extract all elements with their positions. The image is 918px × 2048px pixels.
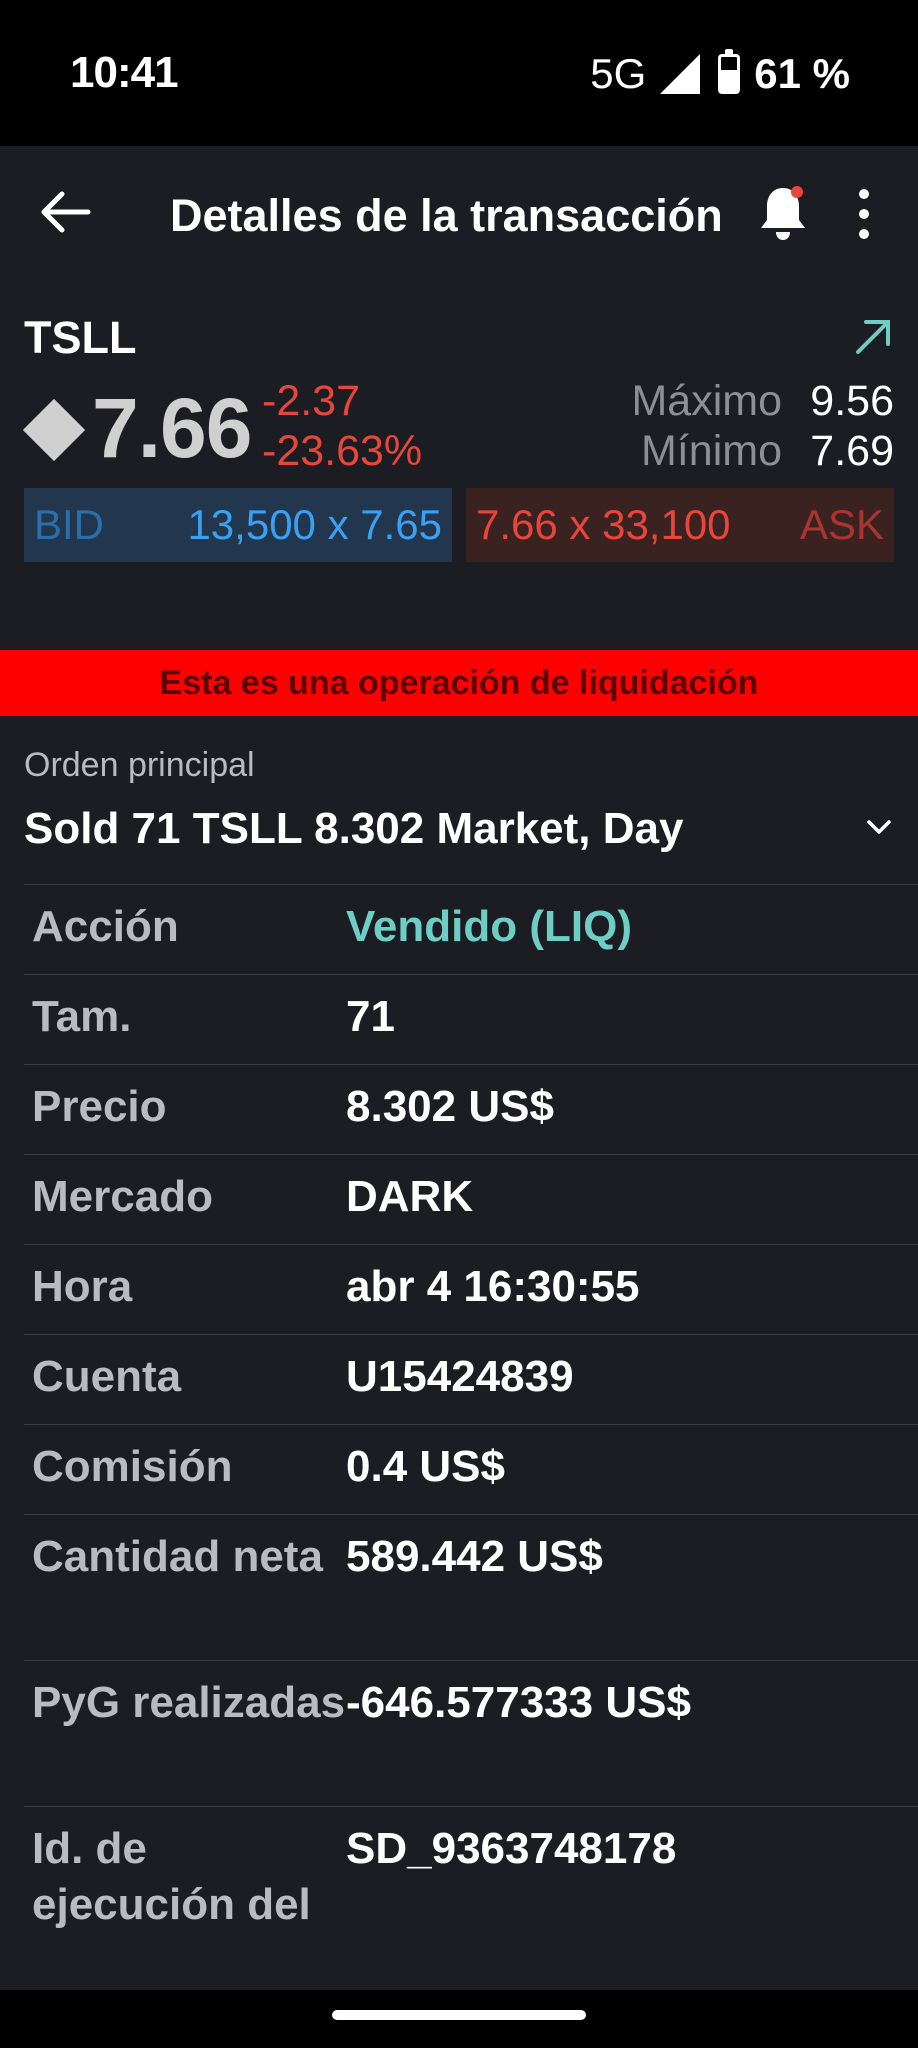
trade-details-table: Acción Vendido (LIQ) Tam. 71 Precio 8.30…: [24, 884, 918, 2006]
liquidation-banner: Esta es una operación de liquidación: [0, 650, 918, 716]
battery-fill: [721, 70, 738, 91]
detail-row-account: Cuenta U15424839: [24, 1334, 918, 1424]
detail-label: Cantidad neta: [32, 1532, 323, 1581]
order-section-label: Orden principal: [24, 746, 255, 784]
low-value: 7.69: [810, 427, 894, 475]
page-title: Detalles de la transacción: [170, 190, 723, 241]
detail-value: Vendido (LIQ): [346, 902, 632, 951]
home-indicator[interactable]: [332, 2010, 586, 2020]
detail-label: Cuenta: [32, 1352, 182, 1401]
navigation-bar: [0, 1990, 918, 2048]
open-quote-button[interactable]: [852, 314, 896, 358]
chevron-down-icon: [867, 820, 891, 834]
detail-row-net-amount: Cantidad neta 589.442 US$: [24, 1514, 918, 1660]
detail-value: SD_9363748178: [346, 1824, 677, 1873]
detail-label: Precio: [32, 1082, 167, 1131]
arrow-up-right-icon: [856, 320, 890, 354]
back-button[interactable]: [36, 182, 96, 242]
detail-value: 71: [346, 992, 395, 1041]
ask-label: ASK: [799, 501, 884, 548]
detail-row-action: Acción Vendido (LIQ): [24, 884, 918, 974]
detail-value: abr 4 16:30:55: [346, 1262, 640, 1311]
detail-label: Acción: [32, 902, 179, 951]
detail-row-commission: Comisión 0.4 US$: [24, 1424, 918, 1514]
last-price: 7.66: [92, 381, 252, 475]
detail-row-price: Precio 8.302 US$: [24, 1064, 918, 1154]
ask-box[interactable]: 7.66 x 33,100 ASK: [466, 488, 894, 562]
bell-icon: [761, 186, 805, 240]
price-diamond-icon: [22, 398, 86, 462]
order-summary[interactable]: Sold 71 TSLL 8.302 Market, Day: [24, 804, 683, 854]
detail-row-realized-pnl: PyG realizadas -646.577333 US$: [24, 1660, 918, 1806]
high-value: 9.56: [810, 377, 894, 425]
low-row: Mínimo 7.69: [631, 426, 894, 476]
detail-value: -646.577333 US$: [346, 1678, 691, 1727]
bid-box[interactable]: BID 13,500 x 7.65: [24, 488, 452, 562]
detail-value: 8.302 US$: [346, 1082, 554, 1131]
low-label: Mínimo: [641, 427, 782, 475]
detail-row-market: Mercado DARK: [24, 1154, 918, 1244]
more-options-button[interactable]: [852, 186, 876, 242]
detail-value: DARK: [346, 1172, 474, 1221]
status-indicators: 5G 61 %: [590, 49, 850, 98]
more-vertical-icon: [859, 189, 869, 239]
detail-label: PyG realizadas: [32, 1678, 346, 1727]
battery-percent: 61 %: [754, 50, 850, 97]
detail-row-time: Hora abr 4 16:30:55: [24, 1244, 918, 1334]
battery-icon: [718, 49, 741, 94]
high-row: Máximo 9.56: [631, 376, 894, 426]
detail-label: Hora: [32, 1262, 133, 1311]
detail-value: U15424839: [346, 1352, 574, 1401]
detail-row-execution-id: Id. de ejecución del SD_9363748178: [24, 1806, 918, 2006]
change-value: -2.37: [262, 377, 361, 425]
signal-icon: [660, 54, 701, 94]
expand-order-button[interactable]: [864, 812, 894, 842]
notifications-button[interactable]: [755, 182, 811, 242]
detail-label: Comisión: [32, 1442, 233, 1491]
detail-value: 0.4 US$: [346, 1442, 505, 1491]
status-bar: 10:41 5G 61 %: [0, 0, 918, 146]
detail-label: Mercado: [32, 1172, 213, 1221]
detail-row-size: Tam. 71: [24, 974, 918, 1064]
arrow-left-icon: [41, 191, 91, 233]
high-low: Máximo 9.56 Mínimo 7.69: [631, 376, 894, 476]
detail-label: Id. de ejecución del: [32, 1824, 311, 1929]
high-label: Máximo: [631, 377, 782, 425]
bid-value: 13,500 x 7.65: [187, 501, 442, 548]
network-type: 5G: [590, 50, 647, 97]
status-time: 10:41: [70, 48, 179, 97]
detail-value: 589.442 US$: [346, 1532, 603, 1581]
ask-value: 7.66 x 33,100: [476, 501, 731, 548]
change-percent: -23.63%: [262, 427, 423, 475]
app-header: Detalles de la transacción: [0, 146, 918, 282]
price-change: -2.37 -23.63%: [262, 376, 422, 476]
ticker-symbol[interactable]: TSLL: [24, 312, 136, 364]
detail-label: Tam.: [32, 992, 132, 1041]
bid-label: BID: [34, 501, 105, 548]
trade-details-screen: 10:41 5G 61 % Detalles de la transacción: [0, 0, 918, 2048]
